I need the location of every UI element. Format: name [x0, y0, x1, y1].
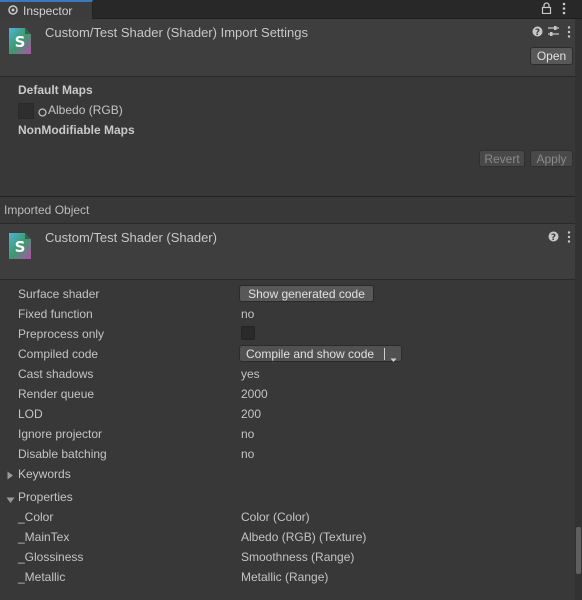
property-type: Albedo (RGB) (Texture)	[241, 530, 367, 544]
default-maps-heading: Default Maps	[18, 83, 93, 97]
svg-text:?: ?	[535, 28, 540, 37]
imported-menu-icon[interactable]	[566, 231, 572, 246]
disable-batching-label: Disable batching	[18, 447, 107, 461]
compiled-code-label: Compiled code	[18, 347, 99, 361]
keywords-foldout-arrow-icon[interactable]	[7, 469, 14, 483]
albedo-texture-slot[interactable]	[18, 103, 34, 119]
inspector-icon	[7, 4, 19, 19]
open-button[interactable]: Open	[530, 47, 573, 65]
keywords-foldout[interactable]: Keywords	[18, 467, 71, 481]
property-type: Metallic (Range)	[241, 570, 329, 584]
disable-batching-value: no	[241, 447, 255, 461]
chevron-down-icon[interactable]	[390, 351, 397, 367]
imported-object-label: Imported Object	[4, 203, 90, 217]
imported-object-title: Custom/Test Shader (Shader)	[45, 230, 217, 245]
help-icon[interactable]: ?	[548, 231, 559, 245]
cast-shadows-label: Cast shadows	[18, 367, 94, 381]
lock-icon[interactable]	[541, 2, 552, 17]
scrollbar-thumb[interactable]	[576, 527, 581, 574]
import-settings-title: Custom/Test Shader (Shader) Import Setti…	[45, 25, 309, 40]
ignore-projector-label: Ignore projector	[18, 427, 103, 441]
property-name: _Glossiness	[18, 550, 84, 564]
fixed-function-label: Fixed function	[18, 307, 93, 321]
revert-button[interactable]: Revert	[479, 150, 525, 167]
scrollbar-track[interactable]	[575, 19, 582, 600]
preset-sliders-icon[interactable]	[547, 25, 560, 40]
header-menu-icon[interactable]	[566, 26, 572, 41]
show-generated-code-button[interactable]: Show generated code	[239, 285, 374, 302]
apply-button[interactable]: Apply	[530, 150, 573, 167]
albedo-label: Albedo (RGB)	[48, 103, 123, 117]
lod-label: LOD	[18, 407, 43, 421]
section-divider	[0, 196, 575, 197]
properties-foldout[interactable]: Properties	[18, 490, 73, 504]
svg-text:S: S	[15, 238, 26, 256]
property-name: _Metallic	[18, 570, 66, 584]
property-type: Color (Color)	[241, 510, 310, 524]
ignore-projector-value: no	[241, 427, 255, 441]
property-type: Smoothness (Range)	[241, 550, 355, 564]
compile-and-show-code-button[interactable]: Compile and show code	[239, 345, 402, 362]
tab-label: Inspector	[23, 4, 73, 18]
compile-button-label: Compile and show code	[246, 347, 375, 361]
surface-shader-label: Surface shader	[18, 287, 100, 301]
tab-menu-icon[interactable]	[561, 2, 567, 18]
shader-icon: S	[8, 27, 32, 55]
properties-foldout-arrow-icon[interactable]	[6, 493, 15, 507]
tab-inspector[interactable]: Inspector	[0, 0, 93, 19]
fixed-function-value: no	[241, 307, 255, 321]
help-icon[interactable]: ?	[532, 26, 543, 40]
property-name: _Color	[18, 510, 54, 524]
render-queue-value: 2000	[241, 387, 268, 401]
property-name: _MainTex	[18, 530, 70, 544]
render-queue-label: Render queue	[18, 387, 95, 401]
preprocess-only-label: Preprocess only	[18, 327, 105, 341]
lod-value: 200	[241, 407, 262, 421]
shader-icon: S	[8, 232, 32, 260]
svg-text:S: S	[15, 33, 26, 51]
albedo-picker-icon[interactable]	[38, 106, 47, 120]
preprocess-only-checkbox[interactable]	[241, 326, 255, 340]
svg-text:?: ?	[551, 233, 556, 242]
dropdown-divider	[384, 348, 385, 360]
cast-shadows-value: yes	[241, 367, 260, 381]
nonmodifiable-maps-heading: NonModifiable Maps	[18, 123, 135, 137]
